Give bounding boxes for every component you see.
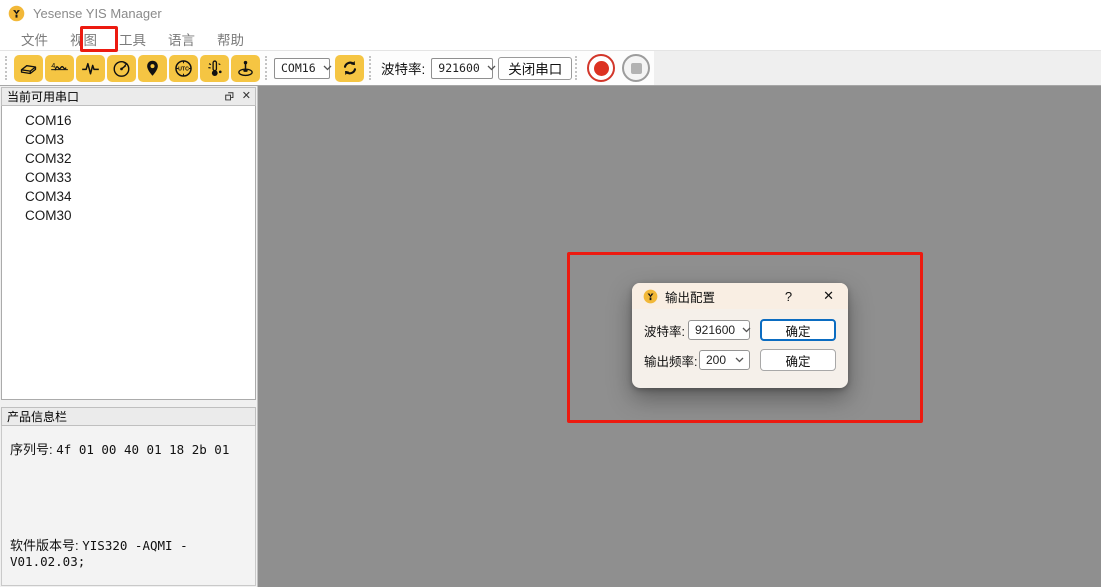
level-button[interactable] <box>231 55 260 82</box>
baud-rate-label: 波特率: <box>644 321 685 340</box>
gauge-button[interactable] <box>107 55 136 82</box>
serial-number-value: 4f 01 00 40 01 18 2b 01 <box>56 442 229 457</box>
toolbar-handle[interactable] <box>5 56 9 80</box>
record-button[interactable] <box>587 54 615 82</box>
baud-rate-select[interactable]: 921600 <box>688 320 750 340</box>
location-button[interactable] <box>138 55 167 82</box>
cube-3d-icon <box>18 58 39 79</box>
chevron-down-icon <box>480 65 496 71</box>
output-rate-label: 输出频率: <box>644 351 697 370</box>
close-serial-button[interactable]: 关闭串口 <box>498 57 572 80</box>
output-rate-select[interactable]: 200 <box>699 350 750 370</box>
output-rate-value: 200 <box>706 353 726 367</box>
output-rate-row: 输出频率: 200 确定 <box>644 349 836 371</box>
refresh-ports-button[interactable] <box>335 55 364 82</box>
port-list-item[interactable]: COM32 <box>2 149 255 168</box>
baud-rate-value: 921600 <box>438 61 480 75</box>
ports-dock-header: 当前可用串口 ✕ <box>1 87 256 106</box>
firmware-version-label: 软件版本号: <box>10 538 79 553</box>
port-list: COM16COM3COM32COM33COM34COM30 <box>1 106 256 400</box>
chevron-down-icon <box>735 327 751 333</box>
info-dock-title: 产品信息栏 <box>7 408 67 425</box>
3d-model-button[interactable] <box>14 55 43 82</box>
raw-wave-button[interactable] <box>76 55 105 82</box>
chevron-down-icon <box>728 357 744 363</box>
record-icon <box>594 61 609 76</box>
menu-item-tools[interactable]: 工具 <box>108 27 157 51</box>
baud-rate-label: 波特率: <box>381 58 425 78</box>
utc-clock-icon: UTC <box>173 58 194 79</box>
utc-clock-button[interactable]: UTC <box>169 55 198 82</box>
port-list-item[interactable]: COM16 <box>2 111 255 130</box>
dialog-help-button[interactable]: ? <box>781 289 796 304</box>
svg-text:UTC: UTC <box>178 66 189 72</box>
attitude-wave-button[interactable]: 4 <box>45 55 74 82</box>
toolbar-handle[interactable] <box>575 56 579 80</box>
product-info-panel: 序列号: 4f 01 00 40 01 18 2b 01 软件版本号: YIS3… <box>1 426 256 586</box>
menu-item-help[interactable]: 帮助 <box>206 27 255 51</box>
dock-close-button[interactable]: ✕ <box>242 91 251 102</box>
toolbar-handle[interactable] <box>369 56 373 80</box>
menu-item-language[interactable]: 语言 <box>157 27 206 51</box>
port-list-item[interactable]: COM3 <box>2 130 255 149</box>
baud-rate-row: 波特率: 921600 确定 <box>644 319 836 341</box>
port-list-item[interactable]: COM33 <box>2 168 255 187</box>
output-config-dialog: 输出配置 ? ✕ 波特率:921600确定输出频率:200确定 <box>632 283 848 388</box>
port-list-item[interactable]: COM30 <box>2 206 255 225</box>
menu-item-file[interactable]: 文件 <box>10 27 59 51</box>
port-list-item[interactable]: COM34 <box>2 187 255 206</box>
svg-text:4: 4 <box>51 61 55 70</box>
attitude-waveform-icon: 4 <box>49 58 70 79</box>
app-logo-icon <box>8 5 25 22</box>
output-rate-ok-button[interactable]: 确定 <box>760 349 836 371</box>
window-title: Yesense YIS Manager <box>33 6 162 21</box>
baud-rate-select[interactable]: 921600 <box>431 58 493 79</box>
toolbar-empty-area <box>654 51 1101 85</box>
toolbar-handle[interactable] <box>265 56 269 80</box>
stop-button[interactable] <box>622 54 650 82</box>
menu-item-view[interactable]: 视图 <box>59 27 108 51</box>
level-pin-icon <box>235 58 256 79</box>
location-pin-icon <box>142 58 163 79</box>
pulse-waveform-icon <box>80 58 101 79</box>
gauge-icon <box>111 58 132 79</box>
port-select[interactable]: COM16 <box>274 58 330 79</box>
toolbar: 4 UTC COM16 波特率: 921600 <box>0 51 1101 85</box>
port-select-value: COM16 <box>281 61 316 75</box>
baud-rate-value: 921600 <box>695 323 735 337</box>
stop-icon <box>631 63 642 74</box>
info-dock-header: 产品信息栏 <box>1 407 256 426</box>
dialog-title: 输出配置 <box>665 287 715 306</box>
left-dock-panel: 当前可用串口 ✕ COM16COM3COM32COM33COM34COM30 产… <box>0 86 258 587</box>
temperature-button[interactable] <box>200 55 229 82</box>
serial-number-label: 序列号: <box>10 442 53 457</box>
thermometer-icon <box>204 58 225 79</box>
refresh-icon <box>340 58 360 78</box>
dialog-logo-icon <box>643 289 658 304</box>
dock-splitter[interactable] <box>0 400 257 406</box>
window-titlebar: Yesense YIS Manager <box>0 0 1101 27</box>
menu-bar: 文件视图工具语言帮助 <box>0 27 1101 51</box>
dialog-titlebar: 输出配置 ? ✕ <box>632 283 848 309</box>
dialog-close-button[interactable]: ✕ <box>821 288 836 304</box>
chevron-down-icon <box>316 65 332 71</box>
ports-dock-title: 当前可用串口 <box>7 88 79 105</box>
dock-float-button[interactable] <box>224 91 235 102</box>
baud-rate-ok-button[interactable]: 确定 <box>760 319 836 341</box>
